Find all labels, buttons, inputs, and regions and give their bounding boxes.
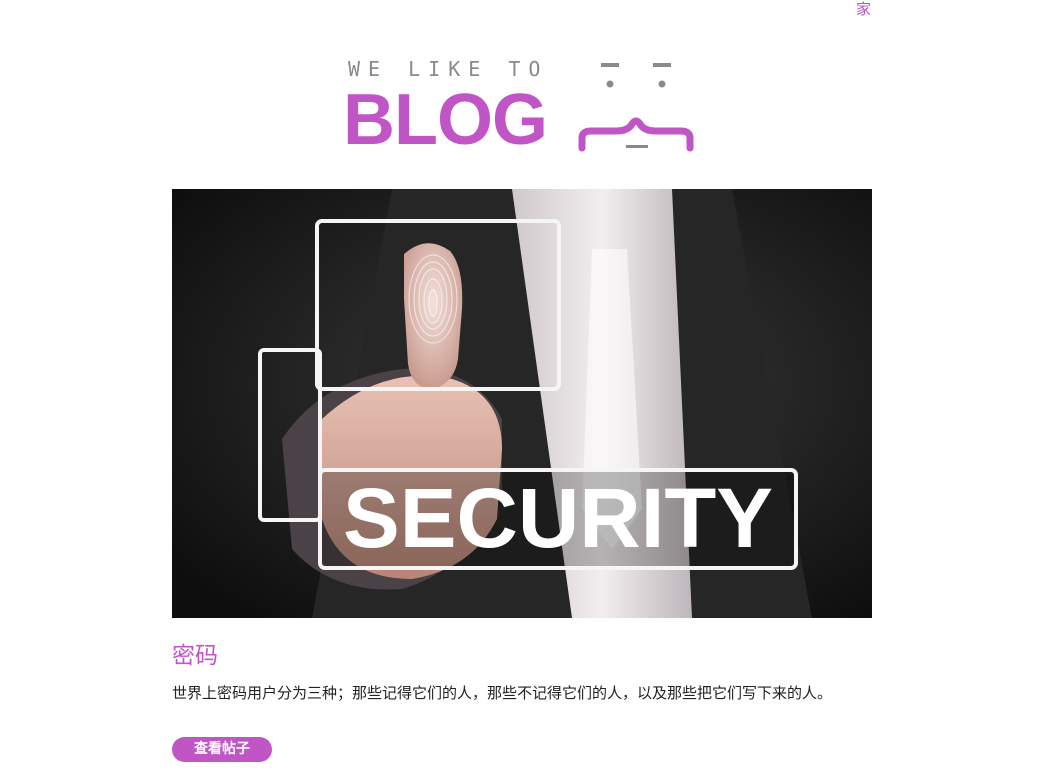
- post-hero-image[interactable]: SECURITY: [172, 189, 872, 618]
- logo-tagline: WE LIKE TO: [348, 57, 549, 81]
- site-logo[interactable]: WE LIKE TO BLOG: [340, 52, 705, 162]
- nav-home-link[interactable]: 家: [856, 0, 871, 18]
- post-title[interactable]: 密码: [172, 640, 218, 672]
- blog-page: 家 WE LIKE TO BLOG SECURITY 密码 世界上密码用户分为三…: [0, 0, 1044, 781]
- logo-face-icon: [578, 63, 694, 152]
- post-excerpt: 世界上密码用户分为三种；那些记得它们的人，那些不记得它们的人，以及那些把它们写下…: [172, 684, 833, 702]
- view-post-button[interactable]: 查看帖子: [172, 737, 272, 762]
- fingerprint-security-image: SECURITY: [172, 189, 872, 618]
- logo-wordmark: BLOG: [343, 80, 548, 160]
- hero-image-text: SECURITY: [343, 471, 773, 565]
